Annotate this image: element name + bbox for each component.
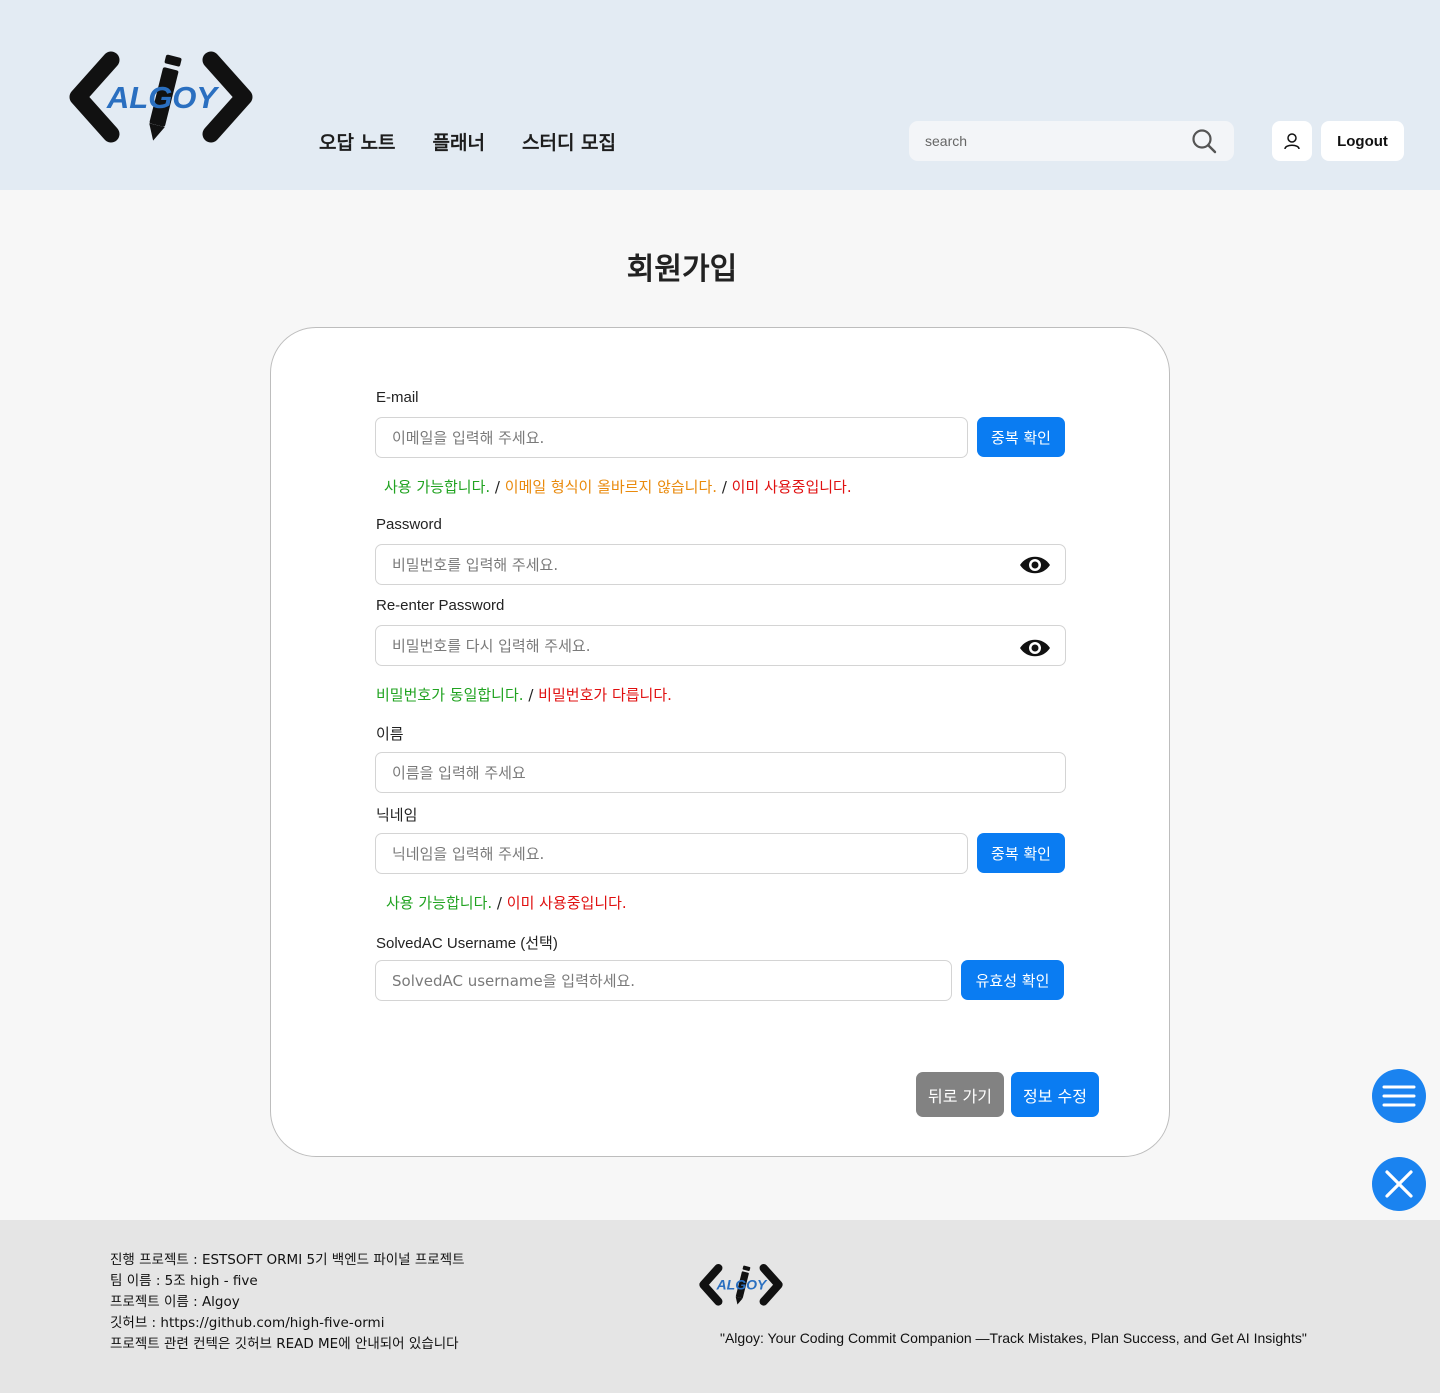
- logo-text: ALGOY: [106, 80, 221, 115]
- nickname-msg-available: 사용 가능합니다.: [386, 894, 493, 912]
- email-validation-messages: 사용 가능합니다. / 이메일 형식이 올바르지 않습니다. / 이미 사용중입…: [384, 476, 852, 497]
- nickname-msg-in-use: 이미 사용중입니다.: [506, 894, 627, 912]
- nickname-input[interactable]: [376, 834, 967, 873]
- logout-button[interactable]: Logout: [1321, 121, 1404, 161]
- footer-logo: ALGOY: [699, 1263, 783, 1306]
- footer-line-name: 프로젝트 이름 : Algoy: [110, 1294, 240, 1310]
- footer-logo-text: ALGOY: [716, 1277, 768, 1293]
- name-input[interactable]: [376, 753, 1065, 792]
- update-info-button[interactable]: 정보 수정: [1011, 1072, 1099, 1117]
- main-nav: 오답 노트 플래너 스터디 모집: [319, 128, 653, 155]
- footer-project-info: 진행 프로젝트 : ESTSOFT ORMI 5기 백엔드 파이널 프로젝트 팀…: [110, 1250, 465, 1355]
- eye-icon[interactable]: [1019, 636, 1051, 660]
- email-msg-in-use: 이미 사용중입니다.: [731, 478, 852, 496]
- page-title: 회원가입: [626, 252, 738, 287]
- password-label: Password: [376, 516, 442, 533]
- signup-form-card: E-mail 중복 확인 사용 가능합니다. / 이메일 형식이 올바르지 않습…: [270, 327, 1170, 1157]
- password-field-wrapper: [375, 544, 1066, 585]
- solvedac-field-wrapper: [375, 960, 952, 1001]
- password-input[interactable]: [376, 545, 1065, 584]
- separator: /: [528, 686, 534, 704]
- password-match-messages: 비밀번호가 동일합니다. / 비밀번호가 다릅니다.: [376, 684, 672, 705]
- algoy-logo[interactable]: ALGOY: [66, 50, 256, 145]
- footer-line-contact: 프로젝트 관련 컨텍은 깃허브 READ ME에 안내되어 있습니다: [110, 1336, 459, 1352]
- footer-line-github[interactable]: 깃허브 : https://github.com/high-five-ormi: [110, 1313, 465, 1334]
- email-label: E-mail: [376, 389, 419, 406]
- separator: /: [496, 894, 502, 912]
- back-button[interactable]: 뒤로 가기: [916, 1072, 1004, 1117]
- password-msg-mismatch: 비밀번호가 다릅니다.: [538, 686, 672, 704]
- footer: 진행 프로젝트 : ESTSOFT ORMI 5기 백엔드 파이널 프로젝트 팀…: [0, 1220, 1440, 1393]
- solvedac-validate-button[interactable]: 유효성 확인: [961, 960, 1064, 1000]
- header: ALGOY 오답 노트 플래너 스터디 모집 Logout: [0, 0, 1440, 190]
- password-msg-match: 비밀번호가 동일합니다.: [376, 686, 524, 704]
- eye-icon[interactable]: [1019, 553, 1051, 577]
- separator: /: [721, 478, 727, 496]
- separator: /: [494, 478, 500, 496]
- name-label: 이름: [376, 726, 404, 743]
- nav-item-planner[interactable]: 플래너: [433, 128, 485, 155]
- nav-item-study-recruit[interactable]: 스터디 모집: [522, 128, 616, 155]
- search-bar: [909, 121, 1234, 161]
- solvedac-input[interactable]: [376, 961, 951, 1000]
- email-msg-available: 사용 가능합니다.: [384, 478, 491, 496]
- footer-line-project: 진행 프로젝트 : ESTSOFT ORMI 5기 백엔드 파이널 프로젝트: [110, 1252, 465, 1268]
- close-fab-button[interactable]: [1372, 1157, 1426, 1211]
- email-duplicate-check-button[interactable]: 중복 확인: [977, 417, 1065, 457]
- hamburger-icon: [1382, 1085, 1416, 1107]
- search-icon[interactable]: [1190, 127, 1218, 155]
- password-confirm-field-wrapper: [375, 625, 1066, 666]
- nickname-field-wrapper: [375, 833, 968, 874]
- footer-line-team: 팀 이름 : 5조 high - five: [110, 1273, 258, 1289]
- nav-item-wrong-note[interactable]: 오답 노트: [319, 128, 396, 155]
- nickname-duplicate-check-button[interactable]: 중복 확인: [977, 833, 1065, 873]
- nickname-validation-messages: 사용 가능합니다. / 이미 사용중입니다.: [386, 892, 627, 913]
- name-field-wrapper: [375, 752, 1066, 793]
- password-confirm-input[interactable]: [376, 626, 1065, 665]
- email-field-wrapper: [375, 417, 968, 458]
- email-input[interactable]: [376, 418, 967, 457]
- password-confirm-label: Re-enter Password: [376, 597, 505, 614]
- search-input[interactable]: [925, 121, 1185, 161]
- solvedac-label: SolvedAC Username (선택): [376, 935, 558, 952]
- menu-fab-button[interactable]: [1372, 1069, 1426, 1123]
- email-msg-invalid-format: 이메일 형식이 올바르지 않습니다.: [504, 478, 718, 496]
- nickname-label: 닉네임: [376, 807, 418, 824]
- profile-button[interactable]: [1272, 121, 1312, 161]
- close-icon: [1385, 1170, 1413, 1198]
- user-icon: [1284, 133, 1300, 150]
- footer-slogan: "Algoy: Your Coding Commit Companion —Tr…: [720, 1330, 1307, 1346]
